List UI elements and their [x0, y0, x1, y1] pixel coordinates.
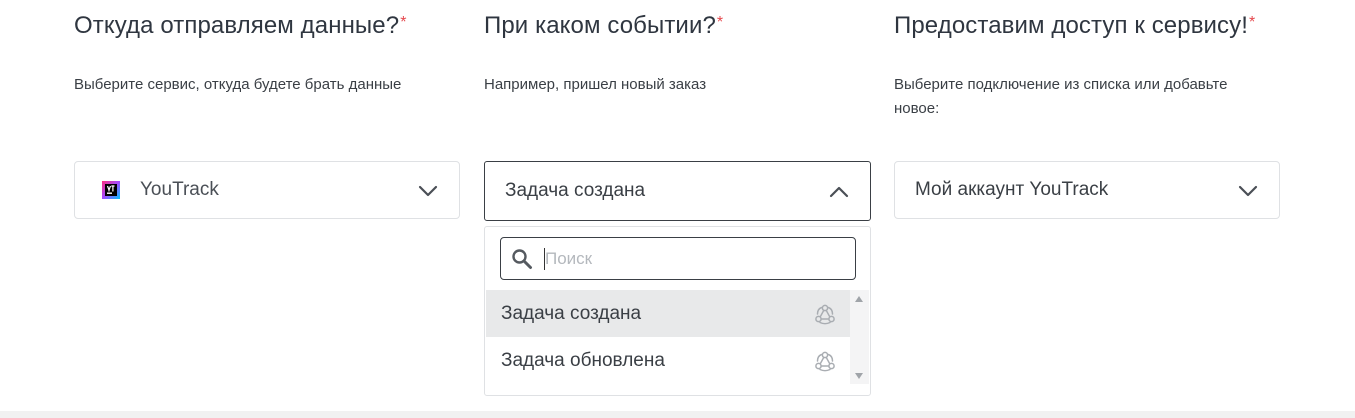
integration-setup-page: Откуда отправляем данные?* Выберите серв… [0, 0, 1355, 418]
scroll-up-arrow-icon[interactable] [855, 296, 863, 302]
option-label: Задача обновлена [501, 350, 665, 371]
webhook-icon [815, 351, 835, 372]
options-scrollbar[interactable] [850, 290, 869, 384]
event-search-input[interactable] [545, 239, 835, 278]
chevron-up-icon [829, 186, 849, 198]
required-mark: * [716, 14, 724, 31]
access-description: Выберите подключение из списка или добав… [894, 76, 1228, 117]
event-option-task-updated[interactable]: Задача обновлена [486, 337, 850, 384]
event-description: Например, пришел новый заказ [484, 76, 707, 93]
event-select[interactable]: Задача создана [484, 161, 871, 221]
required-mark: * [400, 14, 407, 31]
source-title: Откуда отправляем данные?* [74, 12, 407, 39]
event-options-list: Задача создана Задача обновлена [486, 290, 850, 384]
chevron-down-icon [418, 185, 438, 197]
selected-event-value: Задача создана [505, 180, 646, 201]
selected-service-value: YouTrack [140, 179, 219, 200]
access-title: Предоставим доступ к сервису!* [894, 12, 1256, 39]
source-service-select[interactable]: YouTrack [74, 161, 460, 219]
event-dropdown: Задача создана [484, 226, 871, 396]
chevron-down-icon [1238, 185, 1258, 197]
event-search-field[interactable] [500, 237, 856, 280]
event-option-task-created[interactable]: Задача создана [486, 290, 850, 337]
youtrack-logo-icon [102, 181, 120, 199]
search-icon [512, 249, 532, 269]
scroll-down-arrow-icon[interactable] [855, 373, 863, 379]
event-title: При каком событии?* [484, 12, 724, 39]
option-label: Задача создана [501, 303, 642, 324]
required-mark: * [1249, 14, 1256, 31]
bottom-divider [0, 411, 1355, 418]
webhook-icon [815, 304, 835, 325]
source-description: Выберите сервис, откуда будете брать дан… [74, 76, 402, 93]
account-select[interactable]: Мой аккаунт YouTrack [894, 161, 1280, 219]
selected-account-value: Мой аккаунт YouTrack [915, 179, 1109, 200]
